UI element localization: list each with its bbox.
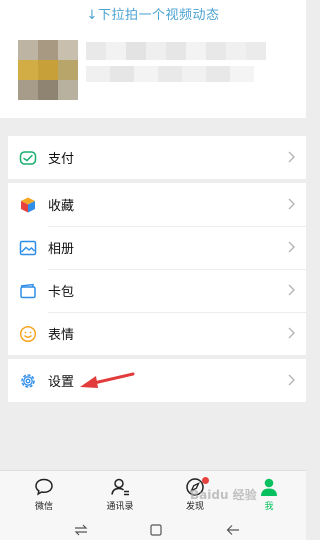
menu-item-settings[interactable]: 设置 — [8, 359, 306, 402]
annotation-arrow — [80, 372, 135, 388]
me-person-icon — [261, 478, 277, 496]
contacts-person-icon — [111, 478, 129, 496]
chevron-right-icon — [288, 151, 295, 163]
menu-item-favorites[interactable]: 收藏 — [8, 183, 306, 226]
menu-item-label: 卡包 — [48, 285, 75, 300]
home-square-icon[interactable] — [150, 524, 162, 536]
menu-item-label: 相册 — [48, 242, 75, 257]
favorites-cube-icon — [21, 197, 35, 213]
tab-chats[interactable]: 微信 — [14, 477, 74, 512]
avatar[interactable] — [18, 40, 78, 100]
back-arrow-icon[interactable] — [226, 524, 240, 536]
wechat-id-blurred — [86, 66, 254, 82]
chevron-right-icon — [288, 327, 295, 339]
profile-header: ↓下拉拍一个视频动态 — [0, 0, 306, 118]
chat-bubble-icon — [35, 478, 53, 496]
system-navigation-bar — [0, 520, 306, 540]
features-group: 收藏 相册 卡包 表情 — [8, 183, 306, 355]
gear-icon — [21, 374, 35, 388]
discover-badge-dot — [202, 477, 209, 484]
pay-group: 支付 — [8, 136, 306, 179]
chevron-right-icon — [288, 374, 295, 386]
chevron-right-icon — [288, 284, 295, 296]
menu-item-pay[interactable]: 支付 — [8, 136, 306, 179]
menu-item-album[interactable]: 相册 — [8, 226, 306, 269]
menu-item-label: 设置 — [48, 375, 75, 390]
chevron-right-icon — [288, 241, 295, 253]
menu-item-stickers[interactable]: 表情 — [8, 312, 306, 355]
pay-icon — [19, 151, 37, 165]
tab-label: 通讯录 — [106, 502, 134, 512]
settings-group: 设置 — [8, 359, 306, 402]
tab-contacts[interactable]: 通讯录 — [90, 477, 150, 512]
card-wallet-icon — [20, 283, 36, 299]
tab-label: 微信 — [34, 502, 53, 512]
pull-down-hint[interactable]: ↓下拉拍一个视频动态 — [0, 4, 306, 23]
menu-item-label: 支付 — [48, 152, 75, 167]
watermark: Baidu 经验 — [190, 488, 257, 502]
menu-item-label: 收藏 — [48, 199, 75, 214]
album-icon — [19, 240, 37, 256]
bottom-tab-bar: 微信 通讯录 发现 我 — [0, 470, 306, 520]
sticker-smile-icon — [19, 325, 37, 343]
chevron-right-icon — [288, 198, 295, 210]
menu-item-label: 表情 — [48, 328, 75, 343]
switch-apps-icon[interactable] — [74, 524, 88, 536]
nickname-blurred — [86, 42, 266, 60]
menu-item-cards[interactable]: 卡包 — [8, 269, 306, 312]
